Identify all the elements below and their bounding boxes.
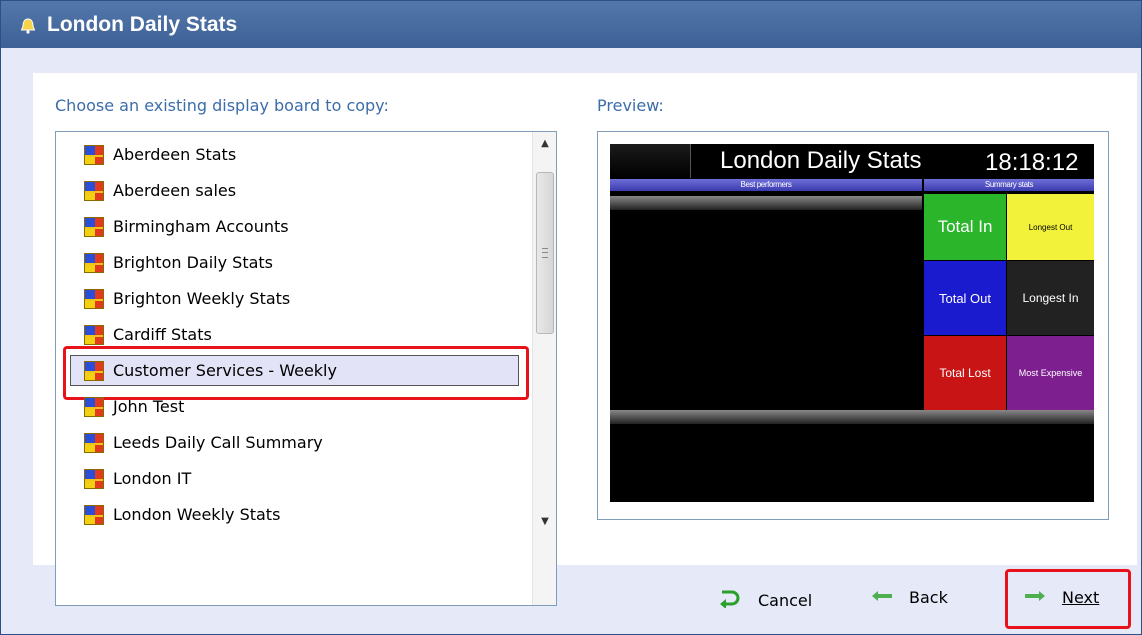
display-board-icon (84, 180, 104, 201)
window-title: London Daily Stats (47, 12, 238, 36)
back-label: Back (909, 588, 948, 607)
tile-total-out: Total Out (924, 261, 1006, 335)
display-board-preview: London Daily Stats 18:18:12 Best perform… (610, 144, 1094, 502)
back-button[interactable]: Back (871, 588, 948, 607)
scroll-up-icon[interactable]: ▲ (533, 134, 556, 154)
list-item-label: Brighton Weekly Stats (113, 289, 291, 308)
scroll-down-icon[interactable]: ▼ (533, 512, 556, 532)
alarm-bell-icon (19, 16, 37, 34)
scroll-thumb[interactable] (536, 172, 554, 334)
tile-longest-in: Longest In (1007, 261, 1094, 335)
list-item[interactable]: Brighton Daily Stats (56, 245, 532, 280)
preview-title: London Daily Stats (720, 147, 922, 174)
display-board-icon (84, 216, 104, 237)
display-board-icon (84, 468, 104, 489)
content-panel: Choose an existing display board to copy… (33, 73, 1137, 606)
tile-most-expensive: Most Expensive (1007, 336, 1094, 410)
tile-total-lost: Total Lost (924, 336, 1006, 410)
display-board-icon (84, 144, 104, 165)
list-item-label: London IT (113, 469, 192, 488)
list-item-label: John Test (113, 397, 185, 416)
display-board-icon (84, 252, 104, 273)
display-board-icon (84, 288, 104, 309)
list-item[interactable]: London Weekly Stats (56, 497, 532, 532)
preview-label: Preview: (597, 96, 664, 115)
preview-frame: London Daily Stats 18:18:12 Best perform… (597, 131, 1109, 520)
list-item[interactable]: London IT (56, 461, 532, 496)
list-item-label: Customer Services - Weekly (113, 361, 337, 380)
display-board-icon (84, 360, 104, 381)
list-item[interactable]: Brighton Weekly Stats (56, 281, 532, 316)
preview-strip (610, 410, 1094, 424)
list-item[interactable]: Leeds Daily Call Summary (56, 425, 532, 460)
next-highlight-annotation (1005, 569, 1131, 629)
list-item-label: Cardiff Stats (113, 325, 212, 344)
tile-total-in: Total In (924, 194, 1006, 260)
list-item-label: London Weekly Stats (113, 505, 281, 524)
list-item[interactable]: Aberdeen Stats (56, 137, 532, 172)
list-item-label: Brighton Daily Stats (113, 253, 273, 272)
copy-board-label: Choose an existing display board to copy… (55, 96, 389, 115)
wizard-window: London Daily Stats Choose an existing di… (0, 0, 1142, 635)
display-board-icon (84, 504, 104, 525)
tile-longest-out: Longest Out (1007, 194, 1094, 260)
list-item-label: Aberdeen sales (113, 181, 237, 200)
cancel-icon (718, 588, 742, 612)
display-board-icon (84, 432, 104, 453)
list-item-label: Birmingham Accounts (113, 217, 289, 236)
back-arrow-icon (871, 588, 893, 607)
best-performers-header: Best performers (610, 179, 922, 191)
display-board-icon (84, 324, 104, 345)
list-item[interactable]: Birmingham Accounts (56, 209, 532, 244)
grip-icon (542, 248, 548, 258)
preview-header-left (610, 144, 691, 178)
preview-strip (610, 196, 922, 210)
preview-clock: 18:18:12 (985, 149, 1079, 176)
list-item-label: Aberdeen Stats (113, 145, 237, 164)
list-scrollbar[interactable]: ▲ ▼ (532, 132, 556, 605)
cancel-button[interactable]: Cancel (718, 588, 812, 612)
summary-stats-header: Summary stats (924, 179, 1094, 191)
cancel-label: Cancel (758, 590, 813, 610)
list-item[interactable]: Aberdeen sales (56, 173, 532, 208)
title-bar: London Daily Stats (1, 1, 1141, 48)
display-board-icon (84, 396, 104, 417)
list-item-label: Leeds Daily Call Summary (113, 433, 323, 452)
